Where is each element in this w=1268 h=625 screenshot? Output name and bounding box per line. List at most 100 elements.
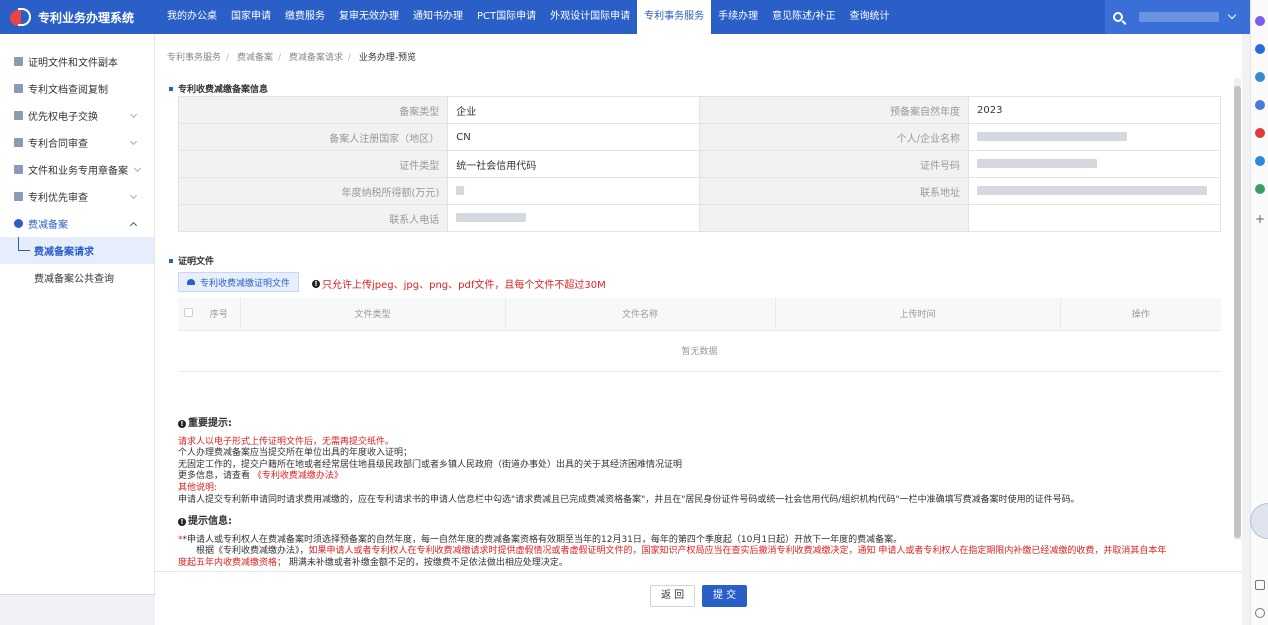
user-area [1105, 0, 1250, 34]
breadcrumb-current: 业务办理-预览 [358, 53, 417, 63]
diamond-icon[interactable] [1255, 44, 1265, 54]
search-icon[interactable] [1113, 12, 1123, 22]
nav-item[interactable]: 缴费服务 [278, 0, 332, 34]
gear-icon[interactable] [1255, 608, 1265, 618]
empty-value-cell [968, 204, 1221, 232]
sidebar-subitem-fee-request[interactable]: 费减备案请求 [0, 237, 154, 264]
app-logo[interactable]: 专利业务办理系统 [0, 6, 160, 28]
nav-item[interactable]: 查询统计 [843, 0, 897, 34]
nav-item[interactable]: 复审无效办理 [332, 0, 406, 34]
scrollbar-thumb[interactable] [1234, 86, 1241, 538]
notice-line: 请求人以电子形式上传证明文件后，无需再提交纸件。 [178, 436, 395, 447]
sidebar-item-label: 文件和业务专用章备案 [28, 166, 128, 177]
col-index: 序号 [198, 298, 240, 331]
value-country: CN [447, 123, 700, 151]
filing-info-table: 备案类型 企业 预备案自然年度 2023 备案人注册国家（地区） CN 个人/企… [177, 96, 1221, 232]
nav-item[interactable]: 手续办理 [711, 0, 765, 34]
sidebar-item-certificates[interactable]: 证明文件和文件副本 [0, 48, 154, 75]
sidebar: 证明文件和文件副本 专利文档查阅复制 优先权电子交换 专利合同审查 文件和业务专… [0, 34, 155, 594]
info-icon: ! [178, 419, 186, 428]
nav-item[interactable]: 通知书办理 [406, 0, 470, 34]
sidebar-item-label: 证明文件和文件副本 [28, 58, 118, 69]
sidebar-item-seal-filing[interactable]: 文件和业务专用章备案 [0, 156, 154, 183]
panel-icon[interactable] [1255, 580, 1265, 590]
action-bar [155, 571, 1242, 625]
nav-item[interactable]: 国家申请 [224, 0, 278, 34]
upload-button-label: 专利收费减缴证明文件 [200, 278, 291, 289]
col-file-name: 文件名称 [504, 298, 775, 331]
col-actions: 操作 [1059, 298, 1221, 331]
nav-item[interactable]: 意见陈述/补正 [765, 0, 842, 34]
sidebar-item-priority-exam[interactable]: 专利优先审查 [0, 183, 154, 210]
nav-item[interactable]: 我的办公桌 [160, 0, 224, 34]
label-id-number: 证件号码 [698, 150, 970, 178]
col-file-type: 文件类型 [239, 298, 505, 331]
app-icon[interactable] [1255, 128, 1265, 138]
info-icon: ! [178, 517, 186, 526]
fee-reduction-rules-link[interactable]: 《专利收费减缴办法》 [253, 471, 343, 481]
tips-line: **申请人或专利权人在费减备案时须选择预备案的自然年度，每一自然年度的费减备案资… [178, 534, 903, 545]
people-icon[interactable] [1255, 100, 1265, 110]
sparkle-icon[interactable] [1255, 16, 1265, 26]
seal-icon [14, 165, 23, 174]
nav-item[interactable]: 专利事务服务 [637, 0, 712, 34]
sidebar-item-label: 优先权电子交换 [28, 112, 98, 123]
sidebar-item-fee-reduction[interactable]: 费减备案 [0, 210, 154, 237]
chevron-down-icon[interactable] [1227, 10, 1237, 20]
sidebar-item-label: 专利文档查阅复制 [28, 85, 108, 96]
sidebar-item-priority-exchange[interactable]: 优先权电子交换 [0, 102, 154, 129]
main-nav: 我的办公桌 国家申请 缴费服务 复审无效办理 通知书办理 PCT国际申请 外观设计国际申请专… [160, 0, 897, 34]
tips-line: 根据《专利收费减缴办法》，如果申请人或者专利权人在专利收费减缴请求时提供虚假情况… [196, 546, 1167, 557]
breadcrumb: 专利事务服务 / 费减备案 / 费减备案请求 / 业务办理-预览 [167, 53, 417, 63]
scroll-area: 专利收费减缴备案信息 备案类型 企业 预备案自然年度 2023 备案人注册国家（… [155, 74, 1242, 569]
copy-icon [14, 84, 23, 93]
breadcrumb-item[interactable]: 专利事务服务 [167, 53, 221, 63]
notice-line: 无固定工作的，提交户籍所在地或者经常居住地县级民政部门或者乡镇人民政府（街道办事… [178, 459, 683, 470]
exchange-icon [14, 111, 23, 120]
sidebar-item-label: 专利优先审查 [28, 193, 88, 204]
label-name: 个人/企业名称 [698, 123, 970, 151]
value-name-redacted [968, 123, 1221, 151]
contract-icon [14, 138, 23, 147]
notice-line: 个人办理费减备案应当提交所在单位出具的年度收入证明； [178, 448, 413, 459]
logo-icon [10, 6, 32, 28]
sidebar-subitem-fee-public-query[interactable]: 费减备案公共查询 [0, 264, 154, 291]
breadcrumb-item[interactable]: 费减备案请求 [289, 53, 343, 63]
document-icon [14, 57, 23, 66]
back-button[interactable]: 返 回 [650, 585, 696, 607]
label-address: 联系地址 [698, 177, 970, 205]
value-id-type: 统一社会信用代码 [447, 150, 700, 178]
chevron-down-icon [129, 191, 138, 200]
sidebar-item-label: 专利合同审查 [28, 139, 88, 150]
fee-icon [14, 219, 23, 228]
chevron-up-icon [129, 221, 138, 230]
info-section-title: 专利收费减缴备案信息 [169, 82, 268, 95]
breadcrumb-item[interactable]: 费减备案 [237, 53, 273, 63]
outlook-icon[interactable] [1255, 156, 1265, 166]
files-section-title: 证明文件 [169, 254, 214, 267]
tree-icon[interactable] [1255, 184, 1265, 194]
empty-label-cell [698, 204, 970, 232]
sidebar-footer [0, 594, 155, 625]
sidebar-item-contract-review[interactable]: 专利合同审查 [0, 129, 154, 156]
upload-certificate-button[interactable]: 专利收费减缴证明文件 [178, 272, 300, 292]
nav-item[interactable]: PCT国际申请 [470, 0, 543, 34]
value-taxable-income-redacted [447, 177, 700, 205]
empty-table-text: 暂无数据 [178, 330, 1221, 372]
user-name-redacted[interactable] [1139, 12, 1219, 22]
submit-button[interactable]: 提 交 [702, 585, 748, 607]
chevron-down-icon [129, 110, 138, 119]
nav-item[interactable]: 外观设计国际申请 [543, 0, 637, 34]
label-id-type: 证件类型 [177, 150, 449, 178]
add-icon[interactable]: + [1255, 213, 1265, 225]
select-all-checkbox[interactable] [183, 307, 193, 317]
chevron-down-icon [133, 164, 142, 173]
notice-block: ! 重要提示: 请求人以电子形式上传证明文件后，无需再提交纸件。 个人办理费减备案… [178, 418, 1228, 569]
bag-icon[interactable] [1255, 72, 1265, 82]
label-filing-year: 预备案自然年度 [698, 96, 970, 124]
sidebar-item-document-copy[interactable]: 专利文档查阅复制 [0, 75, 154, 102]
vertical-scrollbar[interactable] [1234, 78, 1241, 540]
notice-title: ! 重要提示: [178, 418, 1228, 430]
upload-note: ! 只允许上传jpeg、jpg、png、pdf文件，且每个文件不超过30M [312, 276, 606, 291]
tips-title: ! 提示信息: [178, 516, 1228, 528]
